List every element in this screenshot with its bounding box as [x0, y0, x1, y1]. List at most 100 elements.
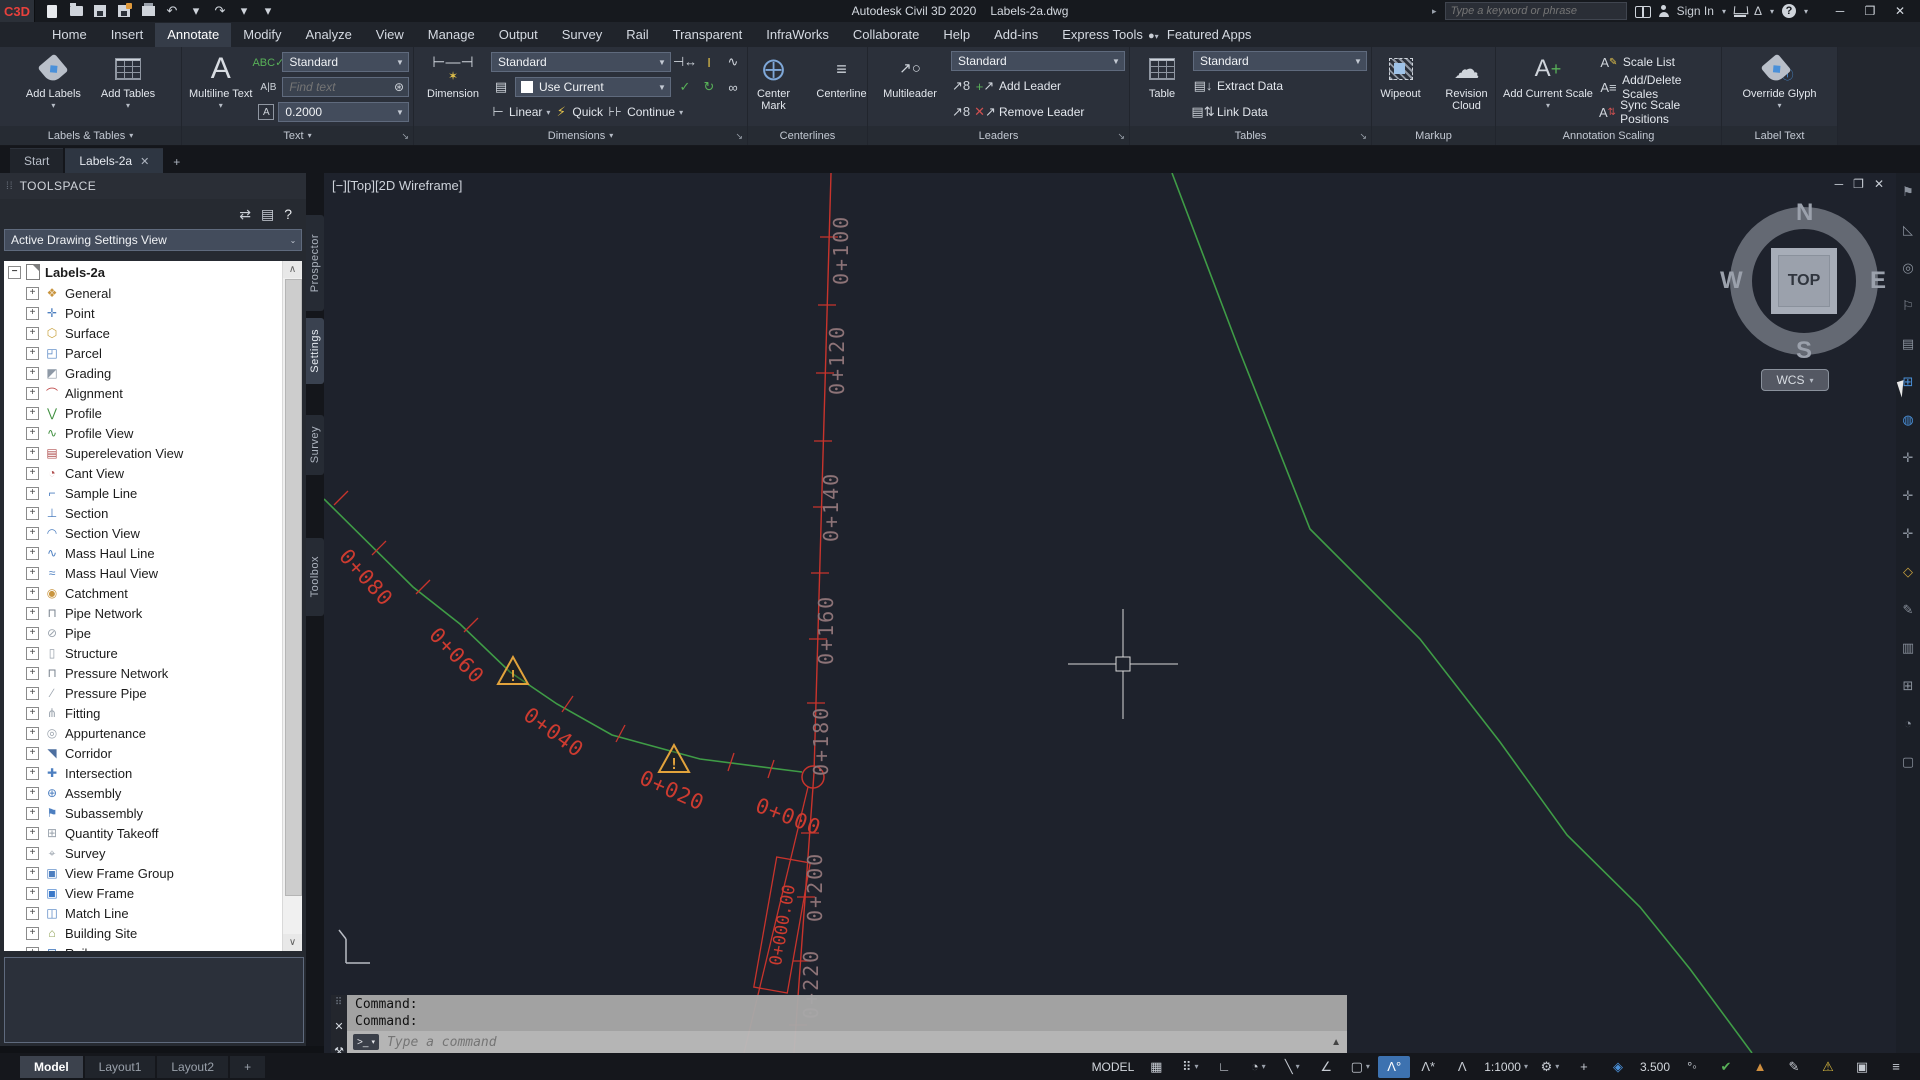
panel-foot-dimensions[interactable]: Dimensions▾ ↘ — [414, 126, 747, 145]
sample-line-expander[interactable]: + — [26, 487, 39, 500]
compass-icon[interactable]: ◔ — [1904, 717, 1912, 731]
infocenter-collapse-icon[interactable]: ▸ — [1432, 6, 1437, 17]
catchment-expander[interactable]: + — [26, 587, 39, 600]
annotate-tab[interactable]: Annotate — [155, 23, 231, 47]
text-height-combo[interactable]: 0.2000▼ — [278, 102, 409, 122]
view-frame-item[interactable]: + ▣ View Frame — [4, 883, 302, 903]
match-line-item[interactable]: + ◫ Match Line — [4, 903, 302, 923]
appstore-icon[interactable]: Δ — [1754, 4, 1762, 18]
protractor-icon[interactable]: ◺ — [1903, 223, 1913, 237]
rail-expander[interactable]: + — [26, 947, 39, 952]
undo-icon[interactable]: ↶ — [163, 3, 181, 19]
alignment-expander[interactable]: + — [26, 387, 39, 400]
new-file-icon[interactable] — [43, 3, 61, 19]
section-expander[interactable]: + — [26, 507, 39, 520]
signin-caret-icon[interactable]: ▾ — [1722, 7, 1726, 16]
snap-icon[interactable]: ⠿ ▾ — [1174, 1056, 1206, 1078]
profile-item[interactable]: + ⋁ Profile — [4, 403, 302, 423]
appurtenance-item[interactable]: + ◎ Appurtenance — [4, 723, 302, 743]
survey-item[interactable]: + ⌖ Survey — [4, 843, 302, 863]
multiline-text-button[interactable]: A Multiline Text▾ — [186, 50, 255, 126]
help-caret-icon[interactable]: ▾ — [1804, 7, 1808, 16]
structure-expander[interactable]: + — [26, 647, 39, 660]
point-item[interactable]: + ✛ Point — [4, 303, 302, 323]
view-mode-combo[interactable]: Active Drawing Settings View⌄ — [4, 229, 302, 251]
survey-tab[interactable]: Survey — [550, 23, 614, 47]
transfer-settings-icon[interactable]: ⇄ — [239, 206, 251, 223]
dim-jog-icon[interactable]: ∿ — [723, 52, 743, 72]
add-tables-button[interactable]: Add Tables▾ — [98, 50, 158, 126]
graphics-performance-icon[interactable]: ▲ — [1744, 1056, 1776, 1078]
panel-foot-annotation-scaling[interactable]: Annotation Scaling — [1496, 126, 1721, 145]
pressure-network-expander[interactable]: + — [26, 667, 39, 680]
tab-close-icon[interactable]: ✕ — [140, 155, 149, 168]
side-tab-survey[interactable]: Survey — [306, 415, 324, 475]
wipeout-button[interactable]: Wipeout — [1372, 50, 1430, 126]
parcel-expander[interactable]: + — [26, 347, 39, 360]
window-restore-button[interactable]: ❐ — [1856, 1, 1884, 21]
transparent-tab[interactable]: Transparent — [661, 23, 755, 47]
wcs-menu[interactable]: WCS▾ — [1761, 369, 1829, 391]
override-glyph-button[interactable]: ⓘ Override Glyph▾ — [1740, 50, 1820, 126]
find-text-field[interactable]: ⊛ — [282, 77, 409, 97]
model-tab[interactable]: Model — [20, 1056, 83, 1078]
scroll-up-icon[interactable]: ∧ — [283, 261, 302, 278]
viewport-restore-icon[interactable]: ❐ — [1853, 177, 1864, 191]
mass-haul-view-expander[interactable]: + — [26, 567, 39, 580]
intersection-expander[interactable]: + — [26, 767, 39, 780]
annotation-autoscale-icon[interactable]: Λ* — [1412, 1056, 1444, 1078]
building-site-item[interactable]: + ⌂ Building Site — [4, 923, 302, 943]
profile-view-expander[interactable]: + — [26, 427, 39, 440]
dim-break-icon[interactable]: ⊣↔ — [675, 52, 695, 72]
dim-style-combo[interactable]: Standard▼ — [491, 52, 671, 72]
drawing-canvas[interactable]: 0+000.00 0+100 0+120 0+140 0+160 0+180 0… — [324, 173, 1920, 1053]
cart-icon[interactable] — [1734, 6, 1746, 17]
warning-marker-1[interactable]: ! — [498, 657, 528, 685]
appstore-caret-icon[interactable]: ▾ — [1770, 7, 1774, 16]
new-layout-button[interactable]: + — [230, 1056, 265, 1078]
viewcube-east[interactable]: E — [1870, 267, 1886, 295]
polar-tracking-icon[interactable]: ◔ ▾ — [1242, 1056, 1274, 1078]
view-frame-group-item[interactable]: + ▣ View Frame Group — [4, 863, 302, 883]
grading-expander[interactable]: + — [26, 367, 39, 380]
viewcube-north[interactable]: N — [1796, 199, 1813, 227]
featured-apps-tab[interactable]: Featured Apps — [1155, 23, 1264, 47]
pen-warning-icon[interactable]: ⚠ — [1812, 1056, 1844, 1078]
annotation-visibility-icon[interactable]: Λ° — [1378, 1056, 1410, 1078]
panel-foot-leaders[interactable]: Leaders ↘ — [868, 126, 1129, 145]
pressure-pipe-expander[interactable]: + — [26, 687, 39, 700]
linear-button[interactable]: Linear — [509, 105, 542, 119]
superelevation-view-item[interactable]: + ▤ Superelevation View — [4, 443, 302, 463]
continue-button[interactable]: Continue — [627, 105, 675, 119]
leader-collect-icon[interactable]: ↗8 — [951, 76, 971, 96]
add-current-scale-button[interactable]: A+ Add Current Scale▾ — [1500, 50, 1596, 126]
save-as-icon[interactable] — [115, 3, 133, 19]
sample-line-item[interactable]: + ⌐ Sample Line — [4, 483, 302, 503]
layers-table-icon[interactable]: ▤ — [1902, 337, 1914, 351]
leader-add-icon[interactable]: +↗ — [975, 76, 995, 96]
home-tab[interactable]: Home — [40, 23, 99, 47]
mass-haul-line-item[interactable]: + ∿ Mass Haul Line — [4, 543, 302, 563]
dim-adjust-icon[interactable]: I — [699, 52, 719, 72]
tree-root-drawing[interactable]: − Labels-2a — [4, 261, 302, 283]
panel-foot-tables[interactable]: Tables ↘ — [1130, 126, 1371, 145]
default-lineweight-value[interactable]: 3.500 — [1636, 1056, 1674, 1078]
side-tab-prospector[interactable]: Prospector — [306, 215, 324, 311]
quick-button[interactable]: Quick — [572, 105, 603, 119]
quantity-takeoff-expander[interactable]: + — [26, 827, 39, 840]
section-view-item[interactable]: + ◠ Section View — [4, 523, 302, 543]
point-expander[interactable]: + — [26, 307, 39, 320]
section-view-expander[interactable]: + — [26, 527, 39, 540]
side-tab-toolbox[interactable]: Toolbox — [306, 538, 324, 616]
fitting-expander[interactable]: + — [26, 707, 39, 720]
appurtenance-expander[interactable]: + — [26, 727, 39, 740]
workspace-gear-icon[interactable]: ⚙ ▾ — [1534, 1056, 1566, 1078]
graphics-icon[interactable]: ◈ — [1602, 1056, 1634, 1078]
palette-grip-icon[interactable]: ⁞⁞ — [6, 181, 14, 192]
selection-cycling-icon[interactable]: °◦ — [1676, 1056, 1708, 1078]
general-item[interactable]: + ❖ General — [4, 283, 302, 303]
help-icon[interactable]: ? — [284, 206, 292, 222]
command-expand-icon[interactable]: ▲ — [1331, 1037, 1341, 1048]
check-spelling-icon[interactable]: ABC✓ — [258, 52, 278, 72]
tab-start[interactable]: Start — [10, 148, 63, 173]
